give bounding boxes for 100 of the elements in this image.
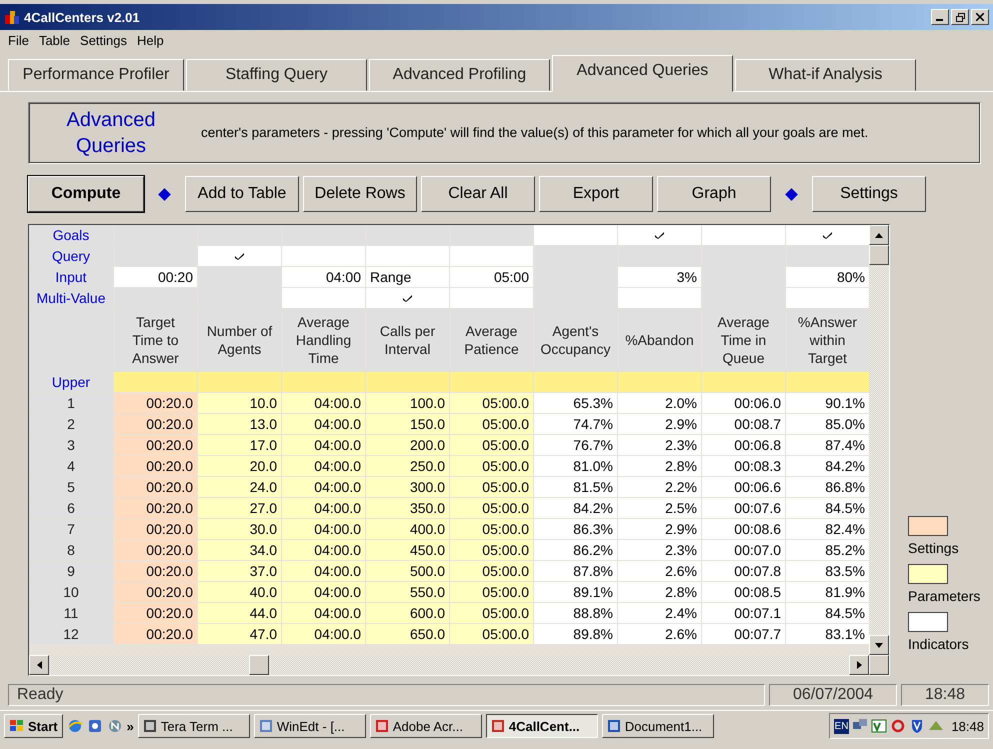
table-cell[interactable] <box>366 246 449 266</box>
table-cell[interactable]: Range <box>366 267 449 287</box>
table-cell[interactable] <box>534 372 617 392</box>
table-cell: 84.2% <box>534 498 617 518</box>
table-cell: 84.2% <box>786 456 869 476</box>
table-cell: 2.2% <box>618 477 701 497</box>
table-cell: 65.3% <box>534 393 617 413</box>
toolbar-button[interactable]: Clear All <box>421 176 535 212</box>
app-icon <box>4 9 20 25</box>
table-cell: 2.0% <box>618 393 701 413</box>
window-icon <box>142 719 157 733</box>
minimize-icon[interactable] <box>931 9 949 25</box>
table-cell: 89.8% <box>534 624 617 644</box>
taskbar-button[interactable]: Tera Term ... <box>138 714 250 738</box>
menu-item[interactable]: Table <box>38 33 70 48</box>
toolbar-button[interactable]: Compute <box>28 176 144 212</box>
table-cell: 00:08.7 <box>702 414 785 434</box>
table-cell: 04:00.0 <box>282 456 365 476</box>
table-cell[interactable] <box>618 225 701 245</box>
column-header: Average Patience <box>450 309 533 371</box>
start-button[interactable]: Start <box>4 714 63 738</box>
table-cell[interactable] <box>282 372 365 392</box>
browser-icon[interactable] <box>66 718 83 734</box>
globe-icon[interactable] <box>106 718 123 734</box>
table-cell[interactable]: 04:00 <box>282 267 365 287</box>
window-icon <box>490 719 505 733</box>
toolbar-button[interactable]: Delete Rows <box>303 176 417 212</box>
table-cell: 90.1% <box>786 393 869 413</box>
table-cell: 650.0 <box>366 624 449 644</box>
column-header: Average Time in Queue <box>702 309 785 371</box>
table-cell[interactable] <box>198 246 281 266</box>
up-arrow-icon[interactable] <box>875 232 883 238</box>
table-cell: 100.0 <box>366 393 449 413</box>
menu-item[interactable]: File <box>8 33 29 48</box>
tab[interactable]: Advanced Profiling <box>369 59 550 91</box>
table-cell[interactable] <box>366 372 449 392</box>
table-cell[interactable] <box>450 372 533 392</box>
horizontal-scrollbar[interactable] <box>29 655 889 675</box>
app-launcher-icon[interactable] <box>86 718 103 734</box>
table-cell[interactable] <box>786 225 869 245</box>
taskbar-button[interactable]: 4CallCent... <box>486 714 598 738</box>
toolbar-button[interactable]: Graph <box>657 176 771 212</box>
right-arrow-icon[interactable] <box>856 661 862 669</box>
table-cell[interactable] <box>450 246 533 266</box>
table-cell: 04:00.0 <box>282 624 365 644</box>
table-cell: 00:20.0 <box>114 414 197 434</box>
table-cell[interactable] <box>618 372 701 392</box>
left-arrow-icon[interactable] <box>36 661 42 669</box>
table-cell[interactable] <box>786 372 869 392</box>
tab[interactable]: Performance Profiler <box>8 59 184 91</box>
taskbar-button[interactable]: Document1... <box>602 714 714 738</box>
table-cell[interactable] <box>198 372 281 392</box>
table-cell[interactable] <box>366 288 449 308</box>
tab[interactable]: Staffing Query <box>186 59 367 91</box>
table-cell[interactable] <box>282 288 365 308</box>
restore-icon[interactable] <box>951 9 969 25</box>
table-cell: 05:00.0 <box>450 435 533 455</box>
menu-item[interactable]: Settings <box>80 33 128 48</box>
table-cell[interactable]: 80% <box>786 267 869 287</box>
table-cell[interactable]: 05:00 <box>450 267 533 287</box>
table-cell[interactable] <box>702 372 785 392</box>
tray-app-icon[interactable] <box>871 718 888 734</box>
language-indicator[interactable]: EN <box>834 718 850 734</box>
row-number: 4 <box>29 456 113 476</box>
scroll-thumb[interactable] <box>869 245 889 265</box>
table-cell: 00:06.6 <box>702 477 785 497</box>
scroll-thumb[interactable] <box>249 655 269 675</box>
table-cell[interactable]: 00:20 <box>114 267 197 287</box>
table-cell[interactable] <box>534 225 617 245</box>
table-cell: 04:00.0 <box>282 435 365 455</box>
table-cell: 2.9% <box>618 414 701 434</box>
table-cell[interactable] <box>114 372 197 392</box>
vertical-scrollbar[interactable] <box>869 225 889 655</box>
table-cell[interactable]: 3% <box>618 267 701 287</box>
table-cell: 04:00.0 <box>282 393 365 413</box>
table-cell[interactable] <box>282 246 365 266</box>
panel-description: center's parameters - pressing 'Compute' will find the value(s) of this parameter for which all your goals are met. <box>201 124 870 142</box>
table-cell: 00:20.0 <box>114 435 197 455</box>
table-cell: 2.3% <box>618 540 701 560</box>
down-arrow-icon[interactable] <box>875 642 883 648</box>
table-cell[interactable] <box>702 225 785 245</box>
table-cell: 150.0 <box>366 414 449 434</box>
window-icon <box>258 719 273 733</box>
table-cell: 04:00.0 <box>282 477 365 497</box>
table-cell[interactable] <box>786 288 869 308</box>
tab[interactable]: Advanced Queries <box>552 55 733 92</box>
table-cell[interactable] <box>450 288 533 308</box>
menu-item[interactable]: Help <box>137 33 164 48</box>
table-cell: 400.0 <box>366 519 449 539</box>
taskbar-button[interactable]: WinEdt - [... <box>254 714 366 738</box>
toolbar-button[interactable]: Add to Table <box>185 176 299 212</box>
table-cell: 00:08.5 <box>702 582 785 602</box>
taskbar-button[interactable]: Adobe Acr... <box>370 714 482 738</box>
more-button[interactable]: » <box>126 718 134 734</box>
legend-label: Parameters <box>908 588 980 604</box>
tab[interactable]: What-if Analysis <box>735 59 916 91</box>
toolbar-button[interactable]: Export <box>539 176 653 212</box>
close-icon[interactable] <box>971 9 989 25</box>
toolbar-button[interactable]: Settings <box>812 176 926 212</box>
table-cell[interactable] <box>618 288 701 308</box>
